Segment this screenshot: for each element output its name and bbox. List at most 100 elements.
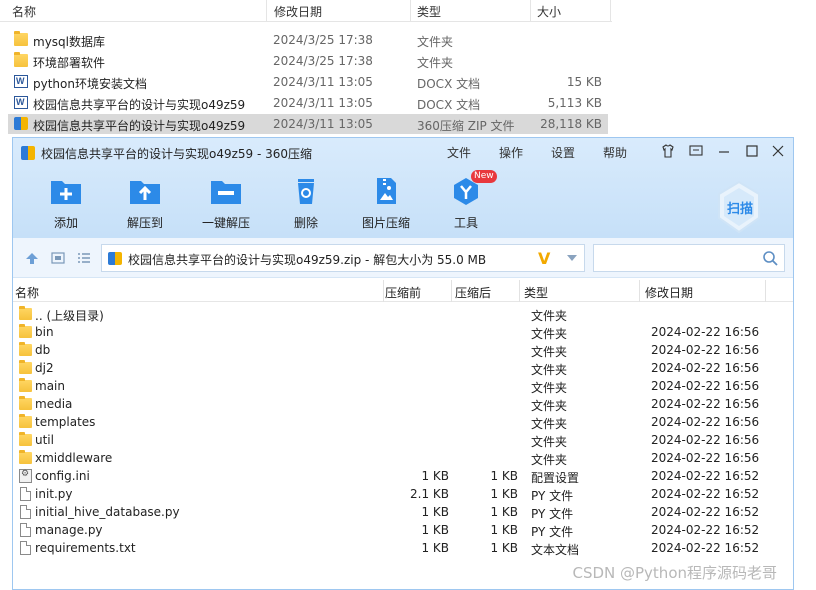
item-size-before: 1 KB: [421, 505, 449, 519]
delete-button[interactable]: 删除: [271, 176, 341, 232]
list-item[interactable]: initial_hive_database.py 1 KB 1 KB PY 文件 202…: [13, 503, 793, 521]
address-bar: 校园信息共享平台的设计与实现o49z59.zip - 解包大小为 55.0 MB…: [13, 238, 793, 278]
file-size: 5,113 KB: [547, 96, 602, 110]
archive-list-header: 名称 压缩前 压缩后 类型 修改日期: [13, 280, 793, 302]
column-separator[interactable]: [383, 280, 384, 302]
tools-button[interactable]: New 工具: [431, 170, 501, 232]
explorer-col-name[interactable]: 名称: [12, 3, 36, 20]
folder-icon: [19, 378, 32, 392]
file-size: 15 KB: [566, 75, 602, 89]
verified-mark[interactable]: V: [538, 249, 550, 268]
menu-file[interactable]: 文件: [447, 144, 471, 161]
explorer-row[interactable]: 环境部署软件 2024/3/25 17:38 文件夹: [8, 51, 608, 71]
file-date: 2024/3/11 13:05: [273, 117, 373, 131]
list-view-icon[interactable]: [77, 251, 91, 265]
extract-to-button[interactable]: 解压到: [110, 176, 180, 232]
column-separator[interactable]: [610, 0, 611, 22]
minimize-icon[interactable]: [715, 143, 733, 161]
close-icon[interactable]: [769, 143, 787, 161]
item-name: dj2: [35, 361, 54, 375]
tools-icon: New: [449, 170, 497, 206]
list-item[interactable]: init.py 2.1 KB 1 KB PY 文件 2024-02-22 16:52: [13, 485, 793, 503]
item-date: 2024-02-22 16:56: [651, 433, 760, 447]
file-name: mysql数据库: [33, 35, 105, 49]
file-date: 2024/3/25 17:38: [273, 33, 373, 47]
search-box[interactable]: [593, 244, 785, 272]
folder-icon: [14, 31, 28, 46]
image-compress-button[interactable]: 图片压缩: [351, 176, 421, 232]
list-item[interactable]: dj2 文件夹 2024-02-22 16:56: [13, 359, 793, 377]
menu-ops[interactable]: 操作: [499, 144, 523, 161]
skin-icon[interactable]: [659, 143, 677, 161]
item-size-before: 1 KB: [421, 523, 449, 537]
feedback-icon[interactable]: [687, 143, 705, 161]
explorer-col-size[interactable]: 大小: [537, 3, 561, 20]
explorer-row[interactable]: 校园信息共享平台的设计与实现o49z59 2024/3/11 13:05 DOC…: [8, 93, 608, 113]
list-item[interactable]: requirements.txt 1 KB 1 KB 文本文档 2024-02-22 1…: [13, 539, 793, 557]
up-arrow-icon[interactable]: [25, 251, 39, 265]
chevron-down-icon[interactable]: [567, 255, 577, 261]
maximize-icon[interactable]: [743, 143, 761, 161]
column-separator[interactable]: [451, 280, 452, 302]
explorer-row[interactable]: python环境安装文档 2024/3/11 13:05 DOCX 文档 15 …: [8, 72, 608, 92]
scan-button[interactable]: 扫描: [715, 180, 763, 234]
item-name: manage.py: [35, 523, 103, 537]
list-item[interactable]: xmiddleware 文件夹 2024-02-22 16:56: [13, 449, 793, 467]
title-bar[interactable]: 校园信息共享平台的设计与实现o49z59 - 360压缩 文件 操作 设置 帮助…: [13, 138, 793, 238]
item-name: main: [35, 379, 65, 393]
list-item[interactable]: media 文件夹 2024-02-22 16:56: [13, 395, 793, 413]
column-separator[interactable]: [530, 0, 531, 22]
item-name: init.py: [35, 487, 73, 501]
explorer-col-date[interactable]: 修改日期: [274, 3, 322, 20]
column-separator[interactable]: [266, 0, 267, 22]
path-field[interactable]: 校园信息共享平台的设计与实现o49z59.zip - 解包大小为 55.0 MB…: [101, 244, 585, 272]
column-separator[interactable]: [765, 280, 766, 302]
list-item[interactable]: db 文件夹 2024-02-22 16:56: [13, 341, 793, 359]
item-size-after: 1 KB: [490, 487, 518, 501]
column-separator[interactable]: [639, 280, 640, 302]
zip-archive-icon: [14, 117, 28, 130]
add-label: 添加: [53, 216, 78, 230]
item-type: 文件夹: [531, 327, 568, 341]
column-separator[interactable]: [410, 0, 411, 22]
zip-archive-icon: [108, 252, 122, 265]
item-name: initial_hive_database.py: [35, 505, 180, 519]
item-name: db: [35, 343, 51, 357]
list-item[interactable]: bin 文件夹 2024-02-22 16:56: [13, 323, 793, 341]
item-date: 2024-02-22 16:56: [651, 325, 760, 339]
menu-settings[interactable]: 设置: [551, 144, 575, 161]
one-click-extract-icon: [209, 176, 243, 206]
item-name: .. (上级目录): [35, 309, 104, 323]
explorer-col-type[interactable]: 类型: [417, 3, 441, 20]
recycle-bin-icon: [289, 176, 323, 206]
list-item[interactable]: templates 文件夹 2024-02-22 16:56: [13, 413, 793, 431]
file-icon: [20, 523, 31, 537]
extract-to-label: 解压到: [126, 216, 163, 230]
search-icon[interactable]: [762, 250, 778, 266]
list-item[interactable]: manage.py 1 KB 1 KB PY 文件 2024-02-22 16:52: [13, 521, 793, 539]
archive-window: 校园信息共享平台的设计与实现o49z59 - 360压缩 文件 操作 设置 帮助…: [12, 137, 794, 590]
col-type[interactable]: 类型: [524, 284, 548, 301]
list-item[interactable]: config.ini 1 KB 1 KB 配置设置 2024-02-22 16:52: [13, 467, 793, 485]
item-size-before: 2.1 KB: [410, 487, 449, 501]
file-date: 2024/3/25 17:38: [273, 54, 373, 68]
item-date: 2024-02-22 16:56: [651, 361, 760, 375]
column-separator[interactable]: [519, 280, 520, 302]
col-name[interactable]: 名称: [15, 284, 39, 301]
item-type: 文件夹: [531, 399, 568, 413]
col-after[interactable]: 压缩后: [455, 284, 491, 301]
one-click-extract-button[interactable]: 一键解压: [191, 176, 261, 232]
list-item[interactable]: .. (上级目录) 文件夹: [13, 305, 793, 323]
explorer-row[interactable]: mysql数据库 2024/3/25 17:38 文件夹: [8, 30, 608, 50]
thumbnail-view-icon[interactable]: [51, 251, 65, 265]
col-before[interactable]: 压缩前: [385, 284, 421, 301]
explorer-row-selected[interactable]: 校园信息共享平台的设计与实现o49z59 2024/3/11 13:05 360…: [8, 114, 608, 134]
tools-label: 工具: [453, 216, 478, 230]
item-date: 2024-02-22 16:56: [651, 415, 760, 429]
item-type: 配置设置: [531, 471, 580, 485]
add-button[interactable]: 添加: [31, 176, 101, 232]
list-item[interactable]: main 文件夹 2024-02-22 16:56: [13, 377, 793, 395]
menu-help[interactable]: 帮助: [603, 144, 627, 161]
col-date[interactable]: 修改日期: [645, 284, 693, 301]
list-item[interactable]: util 文件夹 2024-02-22 16:56: [13, 431, 793, 449]
